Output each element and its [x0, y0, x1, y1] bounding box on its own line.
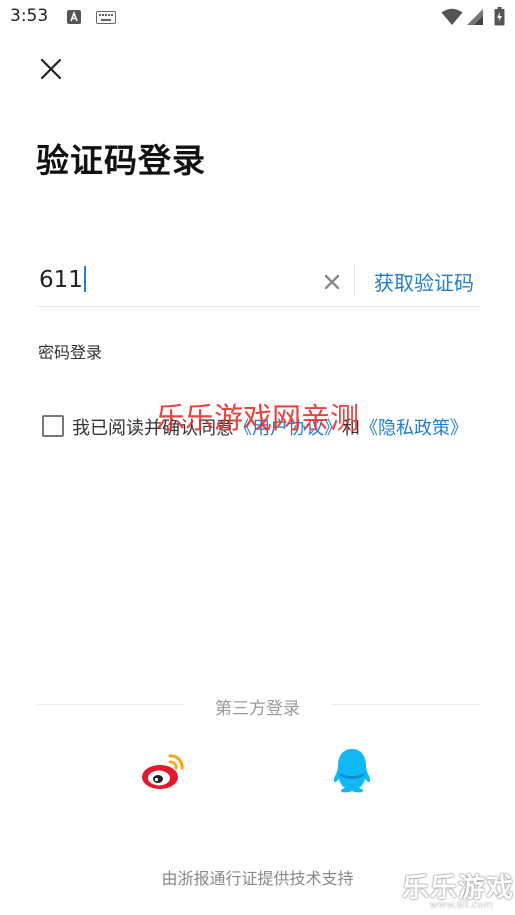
- brand-watermark: 乐乐游戏 www.6ll.com: [400, 866, 515, 915]
- phone-input-row: 611 获取验证码: [37, 258, 480, 307]
- clear-icon: [324, 274, 340, 290]
- wifi-icon: [441, 8, 463, 25]
- row-divider: [354, 264, 355, 296]
- privacy-policy-link[interactable]: 《隐私政策》: [360, 418, 468, 439]
- page-title: 验证码登录: [36, 141, 206, 180]
- third-party-label: 第三方登录: [215, 699, 300, 719]
- signal-icon: [467, 9, 483, 25]
- password-login-link[interactable]: 密码登录: [38, 339, 102, 363]
- status-bar: 3:53: [0, 0, 515, 34]
- watermark-text: 乐乐游戏网亲测: [156, 401, 360, 435]
- clear-button[interactable]: [320, 270, 344, 294]
- weibo-icon: [142, 754, 184, 789]
- battery-icon: [494, 7, 505, 26]
- text-caret: [83, 266, 86, 292]
- status-time: 3:53: [10, 6, 49, 26]
- close-button[interactable]: [32, 50, 70, 88]
- qq-login-button[interactable]: [331, 746, 373, 794]
- weibo-login-button[interactable]: [140, 748, 188, 792]
- phone-input-value: 611: [39, 267, 83, 293]
- keyboard-icon: [96, 11, 116, 24]
- phone-input[interactable]: 611: [39, 266, 86, 293]
- brand-watermark-url: www.6ll.com: [430, 900, 494, 911]
- close-icon: [40, 58, 62, 80]
- agreement-checkbox[interactable]: [42, 415, 64, 437]
- qq-icon: [333, 749, 371, 793]
- notification-a-icon: [67, 10, 81, 24]
- get-code-button[interactable]: 获取验证码: [374, 267, 474, 296]
